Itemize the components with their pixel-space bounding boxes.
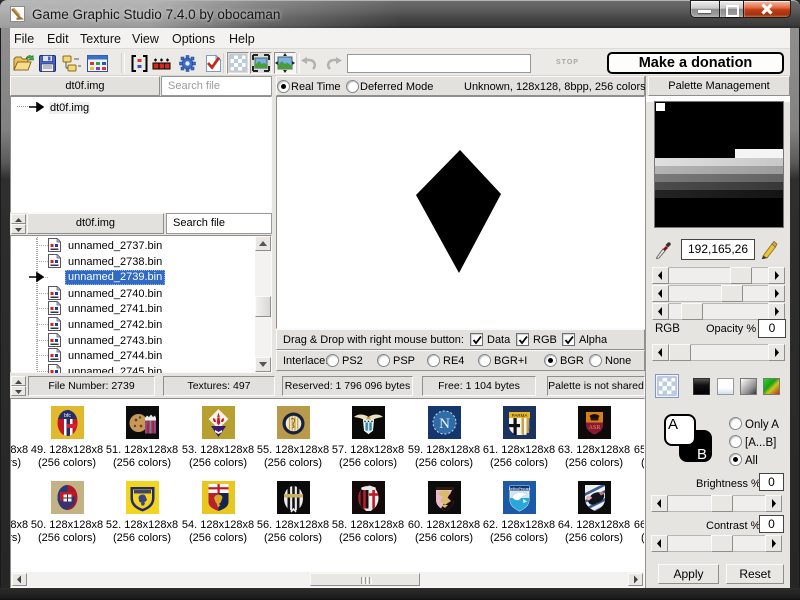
svg-text:N: N xyxy=(439,416,450,432)
svg-text:ASR: ASR xyxy=(589,425,601,431)
svg-text:DelfinoPescara: DelfinoPescara xyxy=(509,487,531,491)
svg-text:PARMA: PARMA xyxy=(512,413,528,418)
svg-text:bfc: bfc xyxy=(64,413,71,419)
